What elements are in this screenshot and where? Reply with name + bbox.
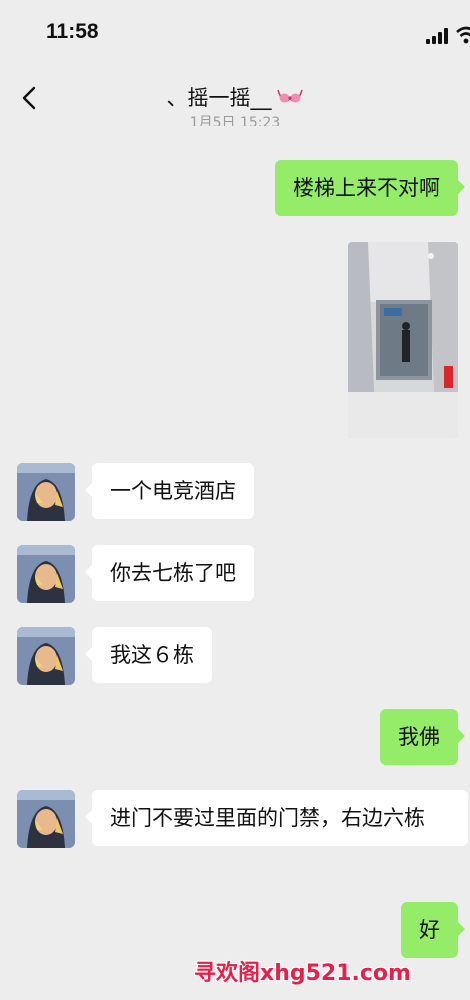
status-time: 11:58 <box>46 20 99 43</box>
photo-hallway <box>348 242 458 438</box>
outgoing-message[interactable]: 好 <box>401 902 465 958</box>
message-timestamp: 1月5日 15:23 <box>189 115 281 126</box>
outgoing-message[interactable]: 楼梯上来不对啊 <box>275 160 465 216</box>
avatar[interactable] <box>17 627 75 685</box>
status-bar: 11:58 <box>0 0 470 70</box>
outgoing-message[interactable]: 我佛 <box>380 709 465 765</box>
chat-title[interactable]: 、摇一摇__ <box>0 82 470 112</box>
incoming-message[interactable]: 一个电竞酒店 <box>85 463 254 519</box>
chat-screen: 11:58 、摇一摇__ 1月5日 15:23 楼梯上来不对啊 一个电竞酒店 你… <box>0 0 470 1000</box>
avatar[interactable] <box>17 463 75 521</box>
bra-icon <box>276 89 303 103</box>
incoming-message[interactable]: 你去七栋了吧 <box>85 545 254 601</box>
wifi-icon <box>456 26 470 44</box>
chat-title-text: 、摇一摇__ <box>166 86 272 110</box>
photo-message[interactable] <box>348 242 458 438</box>
avatar[interactable] <box>17 545 75 603</box>
avatar[interactable] <box>17 790 75 848</box>
incoming-message[interactable]: 我这６栋 <box>85 627 212 683</box>
incoming-message[interactable]: 进门不要过里面的门禁，右边六栋 <box>85 790 468 846</box>
signal-icon <box>426 28 452 44</box>
watermark: 寻欢阁xhg521.com <box>194 961 411 986</box>
